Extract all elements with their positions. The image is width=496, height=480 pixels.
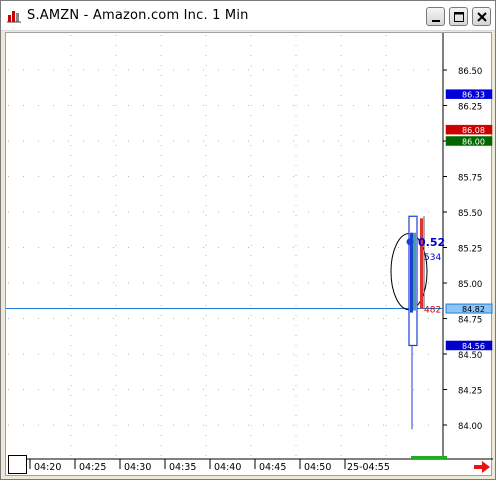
chart-area[interactable]: 86.50 86.25 86.00 85.75 85.50 85.25 85.00 84.75… — [5, 32, 493, 477]
ask-side-bar — [420, 218, 423, 309]
candle-marker-dot — [406, 238, 414, 246]
y-tick-label: 84.00 — [458, 422, 482, 432]
y-tick-label: 86.25 — [458, 103, 482, 113]
y-tick-label: 85.75 — [458, 174, 482, 184]
chart-annotation: 0.52 — [418, 236, 445, 249]
price-marker-label: 86.33 — [462, 91, 485, 100]
y-tick-label: 86.50 — [458, 67, 482, 77]
x-tick-label: 25-04:55 — [347, 462, 390, 473]
price-marker-label: 86.00 — [462, 138, 485, 147]
maximize-icon — [454, 12, 464, 22]
chart-app-icon — [7, 9, 21, 23]
minimize-icon — [432, 20, 440, 22]
chart-corner-box[interactable] — [8, 455, 27, 474]
minimize-button[interactable] — [426, 7, 445, 26]
price-marker-label: 84.56 — [462, 342, 485, 351]
y-tick-label: 85.00 — [458, 280, 482, 290]
chart-window: S.AMZN - Amazon.com Inc. 1 Min 86.50 86.2… — [0, 0, 496, 480]
y-tick-label: 85.50 — [458, 209, 482, 219]
window-title: S.AMZN - Amazon.com Inc. 1 Min — [27, 8, 249, 23]
y-tick-label: 84.50 — [458, 351, 482, 361]
x-tick-label: 04:40 — [214, 462, 241, 473]
price-chart[interactable]: 86.50 86.25 86.00 85.75 85.50 85.25 85.00 84.75… — [6, 33, 493, 477]
x-tick-label: 04:20 — [34, 462, 61, 473]
x-tick-label: 04:30 — [124, 462, 151, 473]
y-tick-label: 84.25 — [458, 387, 482, 397]
price-marker-label: 84.82 — [462, 305, 485, 314]
x-tick-label: 04:25 — [79, 462, 106, 473]
price-marker-label: 86.08 — [462, 126, 485, 135]
close-icon — [477, 12, 487, 22]
x-tick-label: 04:35 — [169, 462, 196, 473]
arrow-right-icon[interactable] — [473, 460, 491, 474]
close-button[interactable] — [472, 7, 491, 26]
x-tick-label: 04:50 — [304, 462, 331, 473]
x-tick-label: 04:45 — [259, 462, 286, 473]
y-tick-label: 85.25 — [458, 245, 482, 255]
maximize-button[interactable] — [449, 7, 468, 26]
chart-annotation: 482 — [424, 306, 441, 316]
y-tick-label: 84.75 — [458, 316, 482, 326]
chart-annotation: 534 — [424, 253, 441, 263]
candle-fill-teal — [413, 232, 416, 311]
title-bar[interactable]: S.AMZN - Amazon.com Inc. 1 Min — [1, 1, 495, 31]
volume-bar — [411, 456, 447, 459]
